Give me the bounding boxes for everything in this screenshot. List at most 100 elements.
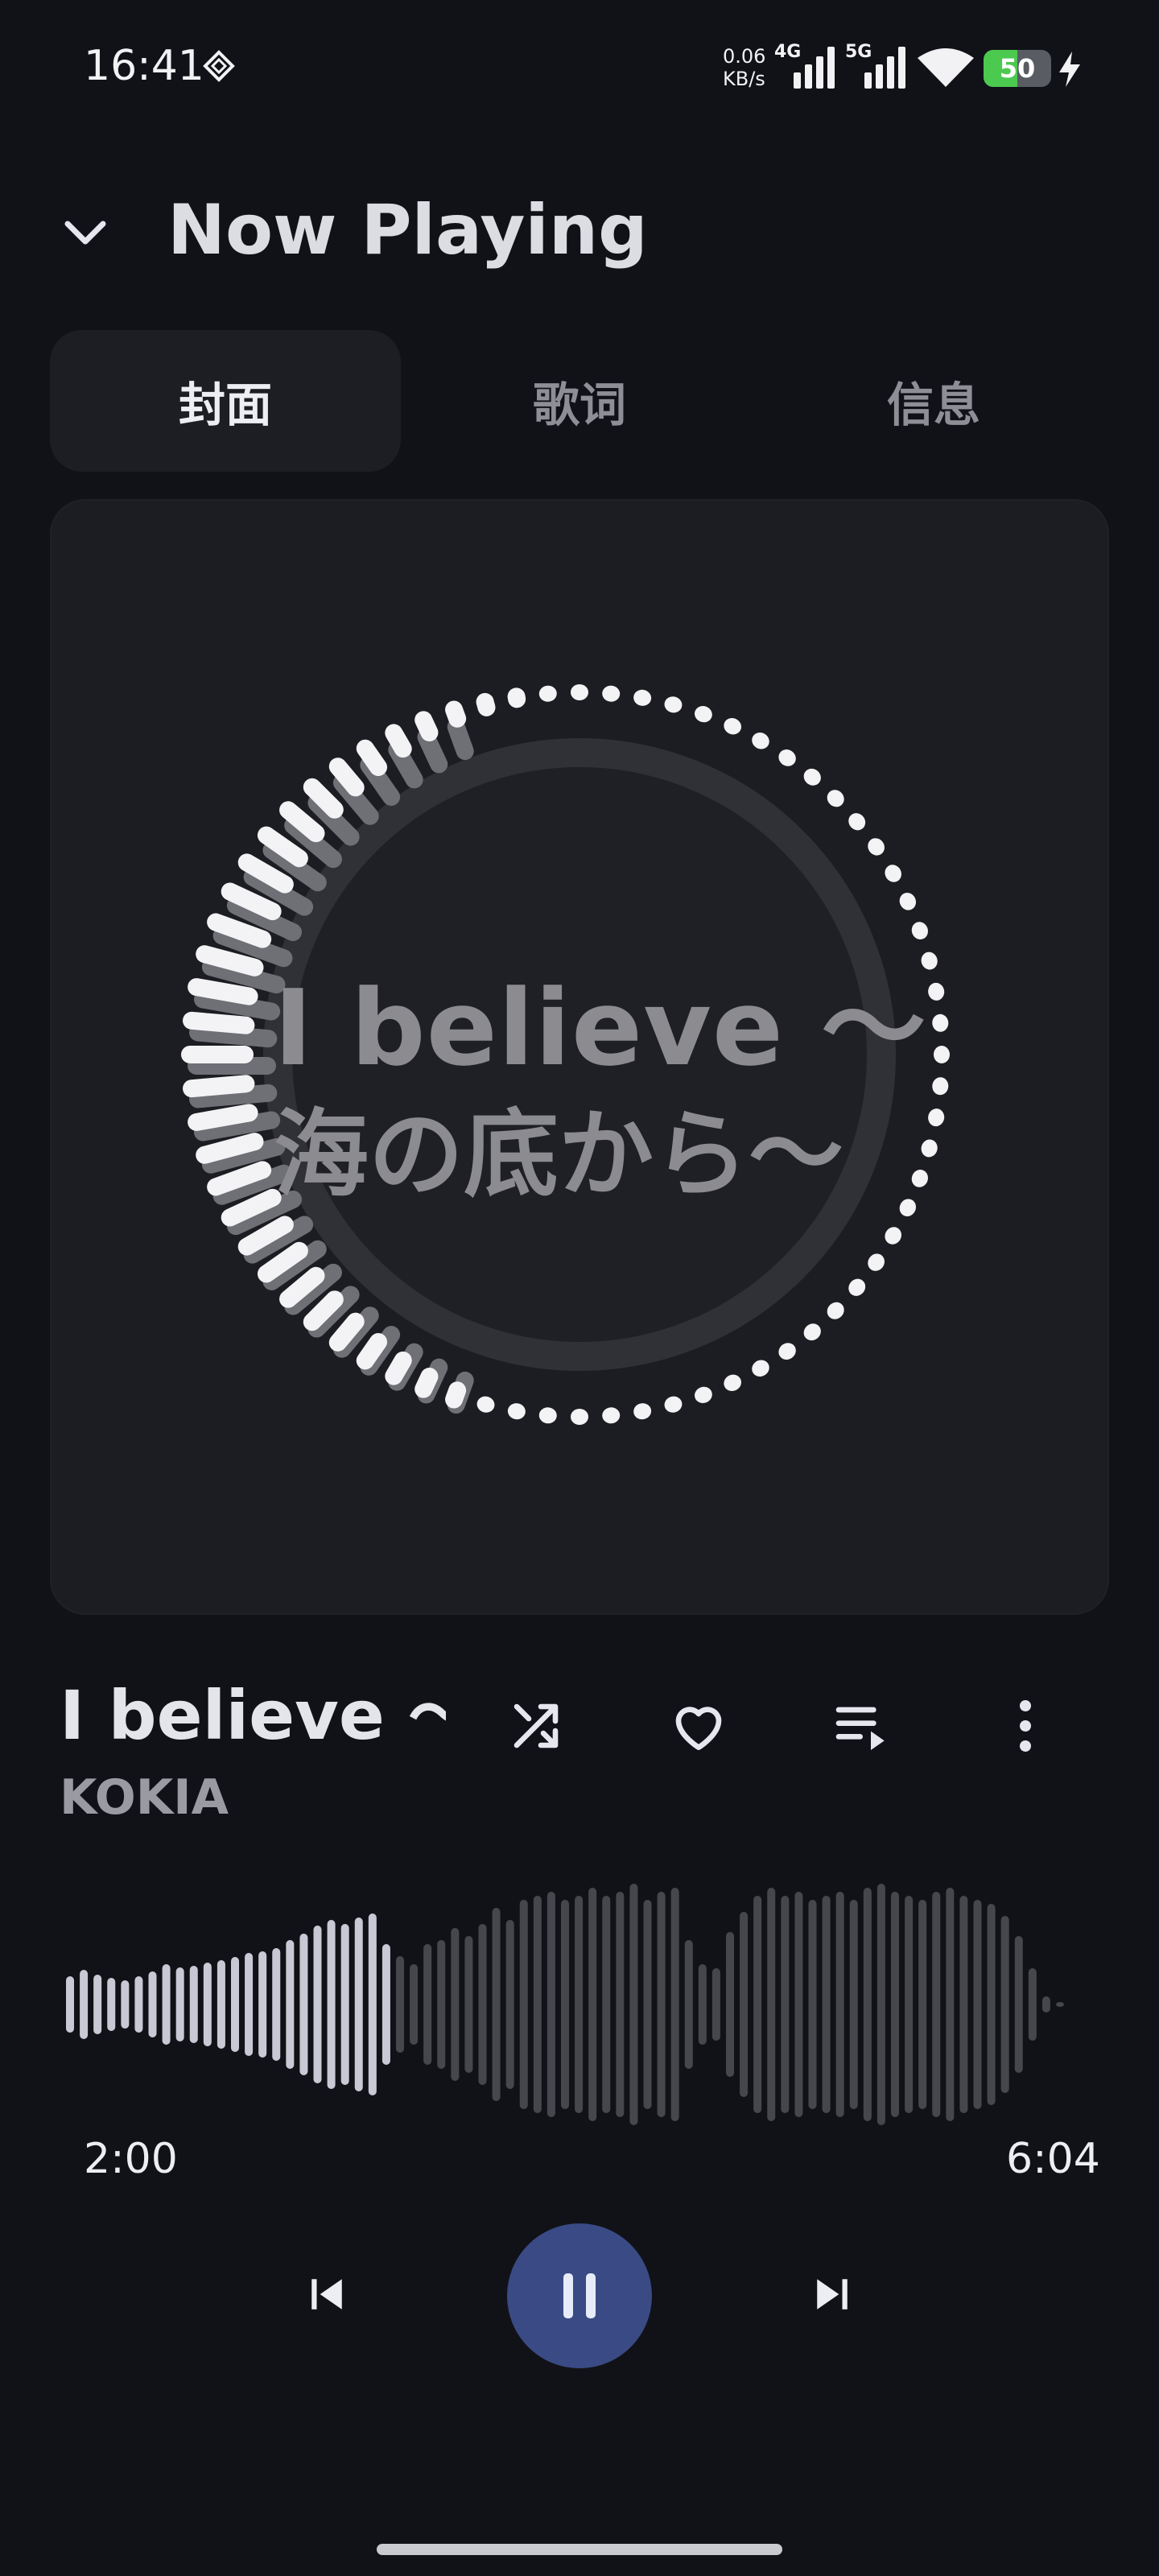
next-button[interactable] (792, 2246, 872, 2343)
waveform-bar (767, 1888, 776, 2121)
waveform-bar (1014, 1936, 1023, 2073)
waveform-bar (451, 1928, 460, 2081)
time-total: 6:04 (1006, 2135, 1100, 2183)
waveform-bar (66, 1976, 74, 2033)
waveform-bar (340, 1924, 349, 2085)
play-pause-button[interactable] (507, 2223, 652, 2368)
waveform-seekbar[interactable] (56, 1868, 1103, 2141)
waveform-bar (464, 1936, 473, 2073)
waveform-bar (162, 1964, 171, 2045)
waveform-bar (973, 1900, 982, 2109)
home-indicator[interactable] (377, 2544, 782, 2555)
status-time: 16:41 (84, 42, 204, 90)
waveform-bar (148, 1971, 157, 2037)
waveform-bar (753, 1896, 762, 2113)
waveform-bar (313, 1926, 322, 2083)
skip-next-icon (817, 2279, 848, 2310)
waveform-bar (80, 1970, 89, 2039)
waveform-bar (657, 1892, 666, 2117)
waveform-bar (478, 1924, 487, 2085)
waveform-bar (203, 1963, 212, 2046)
waveform-bar (740, 1912, 749, 2097)
shuffle-button[interactable] (488, 1678, 584, 1774)
waveform-bar (808, 1900, 817, 2109)
tab-cover[interactable]: 封面 (50, 330, 401, 472)
waveform-bar (175, 1967, 184, 2041)
waveform-bar (575, 1896, 584, 2113)
waveform-bar (643, 1900, 652, 2109)
waveform-bar (602, 1896, 611, 2113)
net-speed: 0.06 KB/s (723, 45, 765, 90)
waveform-bar (918, 1900, 927, 2109)
waveform-bar (1000, 1916, 1009, 2093)
waveform-bar (835, 1892, 844, 2117)
waveform-bar (217, 1960, 225, 2049)
collapse-button[interactable] (53, 201, 118, 266)
more-vert-icon (1020, 1700, 1031, 1752)
waveform-bar (946, 1888, 955, 2121)
waveform-bar (588, 1888, 597, 2121)
waveform-bar (684, 1940, 693, 2069)
tab-lyrics[interactable]: 歌词 (404, 330, 755, 472)
battery-level: 50 (999, 53, 1036, 84)
waveform-bar (698, 1964, 707, 2045)
waveform-bar (1028, 1968, 1037, 2041)
waveform-bar (437, 1940, 446, 2069)
playlist-button[interactable] (815, 1678, 911, 1774)
waveform-bar (1056, 2002, 1064, 2007)
waveform-bar (822, 1896, 831, 2113)
signal-icon (794, 47, 835, 89)
waveform-bar (863, 1888, 872, 2121)
cover-title-line1: I believe ～ (274, 967, 927, 1089)
waveform-bar (616, 1892, 625, 2117)
waveform-bar (561, 1900, 569, 2109)
waveform-bar (258, 1951, 267, 2058)
waveform-bar (876, 1884, 885, 2125)
waveform-bar (134, 1976, 143, 2033)
charging-bolt-icon (1059, 52, 1080, 87)
waveform-bar (711, 1968, 720, 2041)
waveform-bar (891, 1892, 899, 2117)
waveform-bar (519, 1900, 528, 2109)
waveform-bar (932, 1892, 941, 2117)
more-button[interactable] (977, 1678, 1074, 1774)
waveform-bar (231, 1957, 239, 2052)
waveform-bar (423, 1944, 432, 2065)
wifi-icon (918, 48, 974, 87)
waveform-bar (354, 1918, 363, 2091)
favorite-button[interactable] (650, 1678, 747, 1774)
waveform-bar (382, 1944, 390, 2065)
waveform-bar (396, 1956, 404, 2053)
waveform-bar (121, 1980, 130, 2029)
waveform-bar (533, 1896, 542, 2113)
waveform-bar (849, 1900, 858, 2109)
waveform-bar (987, 1904, 996, 2105)
waveform-bar (959, 1896, 968, 2113)
chevron-down-icon (64, 221, 106, 245)
track-title: I believe ～海の底から～ (60, 1676, 446, 1755)
heart-icon (675, 1707, 722, 1750)
waveform-bar (905, 1896, 914, 2113)
waveform-bar (272, 1948, 281, 2061)
skip-previous-icon (311, 2279, 342, 2310)
waveform-bar (781, 1896, 790, 2113)
page-title: Now Playing (167, 190, 648, 270)
waveform-bar (93, 1975, 102, 2034)
playlist-icon (835, 1707, 885, 1750)
waveform-bar (505, 1920, 514, 2089)
waveform-bar (245, 1953, 254, 2056)
tab-info[interactable]: 信息 (758, 330, 1109, 472)
waveform-bar (327, 1920, 336, 2089)
signal-icon (864, 47, 905, 89)
waveform-bar (1041, 1996, 1050, 2013)
waveform-bar (410, 1964, 419, 2045)
pause-icon (563, 2273, 596, 2318)
waveform-bar (670, 1888, 679, 2121)
waveform-bar (189, 1966, 198, 2043)
track-artist[interactable]: KOKIA (60, 1769, 229, 1826)
previous-button[interactable] (287, 2246, 367, 2343)
net-speed-unit: KB/s (723, 68, 765, 90)
cover-title-line2: 海の底から～ (274, 1099, 844, 1210)
waveform-bar (299, 1934, 308, 2075)
waveform-bar (629, 1884, 638, 2125)
